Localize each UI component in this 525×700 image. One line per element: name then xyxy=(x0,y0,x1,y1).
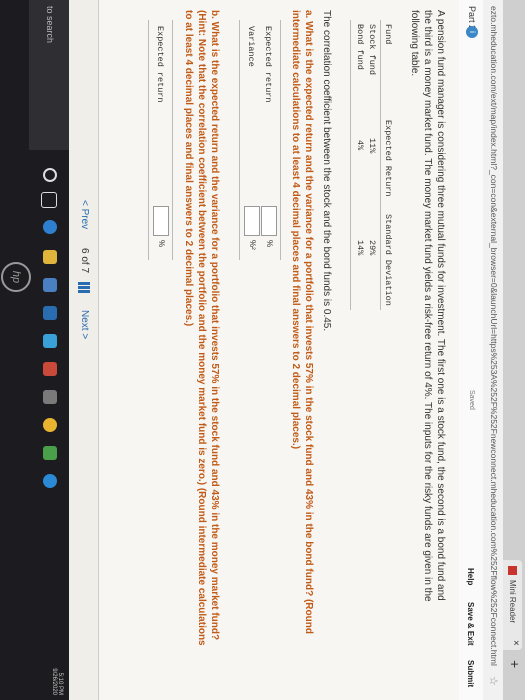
part-a-line: intermediate calculations to at least 4 … xyxy=(290,10,301,450)
edge-icon[interactable] xyxy=(43,220,57,234)
intro-line: A pension fund manager is considering th… xyxy=(435,10,446,601)
search-placeholder: to search xyxy=(45,6,55,44)
app-header: Part 2 i Saved Help Save & Exit Submit xyxy=(458,0,483,700)
answer-divider xyxy=(280,20,281,260)
hp-logo: hp xyxy=(1,262,31,292)
app-icon[interactable] xyxy=(43,334,57,348)
answer-divider xyxy=(239,20,240,260)
variance-input[interactable] xyxy=(244,206,260,236)
browser-tab-bar: Mini Reader × + xyxy=(503,0,525,700)
expected-return-input[interactable] xyxy=(153,206,169,236)
file-explorer-icon[interactable] xyxy=(43,250,57,264)
clock-time: 5:10 PM xyxy=(57,672,63,695)
answer-label: Expected return xyxy=(263,26,273,103)
table-cell: Stock fund xyxy=(367,24,377,76)
page-indicator: 6 of 7 xyxy=(79,248,90,274)
unit-label: % xyxy=(265,240,274,248)
info-icon[interactable]: i xyxy=(466,26,478,38)
close-icon[interactable]: × xyxy=(510,640,521,646)
unit-label: %² xyxy=(248,240,257,250)
taskbar: to search 5:10 PM 9/26/2020 hp xyxy=(0,0,69,700)
answer-label: Variance xyxy=(246,26,256,67)
question-intro: A pension fund manager is considering th… xyxy=(408,10,447,690)
table-header: Fund xyxy=(383,24,393,45)
help-button[interactable]: Help xyxy=(466,568,475,585)
prev-button[interactable]: < Prev xyxy=(79,200,90,229)
clock-date: 9/26/2020 xyxy=(51,668,57,695)
question-nav: < Prev 6 of 7 Next > xyxy=(68,0,99,700)
answer-label: Expected return xyxy=(155,26,165,103)
settings-icon[interactable] xyxy=(43,390,57,404)
table-cell: 29% xyxy=(367,240,377,256)
unit-label: % xyxy=(157,240,166,248)
netflix-icon[interactable] xyxy=(43,362,57,376)
screen: Mini Reader × + ezto.mheducation.com/ext… xyxy=(0,0,525,700)
url-text[interactable]: ezto.mheducation.com/ext/map/index.html?… xyxy=(489,6,499,666)
part-a-prompt: a. What is the expected return and the v… xyxy=(289,10,315,690)
tab-label: Mini Reader xyxy=(508,580,517,624)
taskbar-search[interactable]: to search xyxy=(29,0,69,150)
app-icon[interactable] xyxy=(43,446,57,460)
cortana-icon[interactable] xyxy=(43,168,57,182)
new-tab-button[interactable]: + xyxy=(507,660,523,668)
table-cell: Bond fund xyxy=(355,24,365,70)
table-cell: 11% xyxy=(367,138,377,154)
part-b-prompt: b. What is the expected return and the v… xyxy=(182,10,221,690)
table-divider xyxy=(380,20,381,310)
reader-icon xyxy=(508,566,517,575)
correlation-text: The correlation coefficient between the … xyxy=(321,10,332,332)
expected-return-input[interactable] xyxy=(261,206,277,236)
answer-divider xyxy=(148,20,149,260)
intro-line: the third is a money market fund. The mo… xyxy=(422,10,433,602)
store-icon[interactable] xyxy=(43,278,57,292)
next-button[interactable]: Next > xyxy=(79,310,90,339)
system-tray[interactable]: 5:10 PM 9/26/2020 xyxy=(51,640,63,695)
intro-line: following table. xyxy=(409,10,420,77)
star-icon[interactable]: ☆ xyxy=(487,676,500,686)
mail-icon[interactable] xyxy=(43,306,57,320)
part-b-line: to at least 4 decimal places and final a… xyxy=(183,10,194,327)
part-a-line: a. What is the expected return and the v… xyxy=(303,10,314,634)
saved-status: Saved xyxy=(468,390,475,410)
browser-tab[interactable]: Mini Reader xyxy=(503,560,522,650)
part-b-line: (Hint: Note that the correlation coeffic… xyxy=(196,10,207,646)
answer-divider xyxy=(172,20,173,260)
table-cell: 4% xyxy=(355,140,365,151)
part-b-line: b. What is the expected return and the v… xyxy=(209,10,220,641)
table-divider xyxy=(350,20,351,310)
task-view-icon[interactable] xyxy=(41,192,57,208)
table-cell: 14% xyxy=(355,240,365,256)
app-icon[interactable] xyxy=(43,474,57,488)
table-header: Standard Deviation xyxy=(383,214,393,306)
question-panel: A pension fund manager is considering th… xyxy=(99,0,459,700)
table-header: Expected Return xyxy=(383,120,393,197)
submit-button[interactable]: Submit xyxy=(466,660,475,687)
address-bar[interactable]: ezto.mheducation.com/ext/map/index.html?… xyxy=(482,0,503,700)
grid-icon[interactable] xyxy=(78,282,90,294)
chrome-icon[interactable] xyxy=(43,418,57,432)
save-exit-button[interactable]: Save & Exit xyxy=(466,602,475,646)
